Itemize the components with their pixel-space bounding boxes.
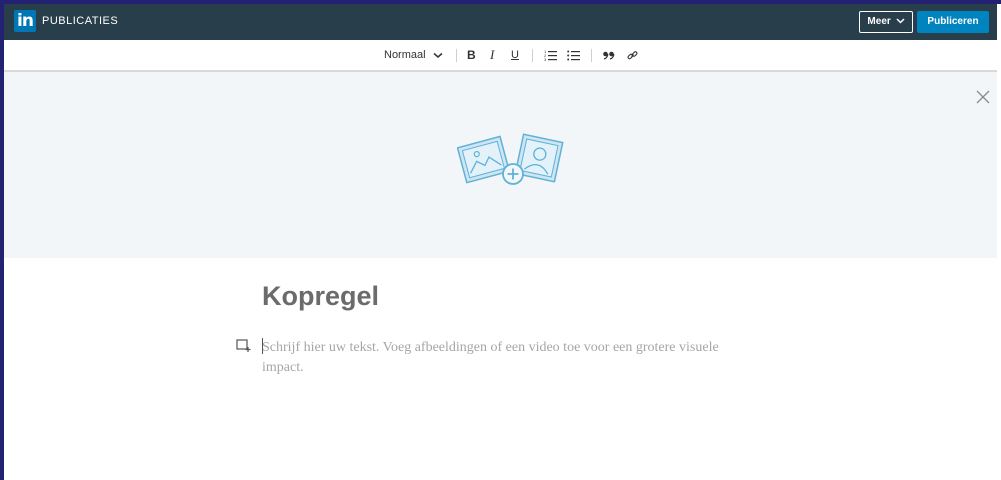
chevron-down-icon — [896, 18, 905, 24]
more-label: Meer — [867, 16, 891, 27]
headline-input[interactable]: Kopregel — [262, 281, 379, 312]
style-select[interactable]: Normaal — [384, 40, 443, 70]
style-select-value: Normaal — [384, 49, 426, 61]
linkedin-logo-icon[interactable]: in — [14, 10, 36, 32]
window-frame: in PUBLICATIES Meer Publiceren Normaal B… — [0, 0, 1001, 480]
toolbar-divider — [591, 49, 592, 62]
add-image-icon[interactable] — [457, 130, 567, 190]
bold-button[interactable]: B — [467, 40, 476, 70]
body-text-input[interactable]: Schrijf hier uw tekst. Voeg afbeeldingen… — [262, 338, 732, 378]
toolbar-divider — [456, 49, 457, 62]
logo-text: in — [17, 11, 34, 31]
brand-label: PUBLICATIES — [42, 15, 119, 27]
ordered-list-icon[interactable]: 1 2 3 — [544, 49, 557, 62]
quote-icon[interactable] — [603, 51, 615, 60]
more-button[interactable]: Meer — [859, 11, 913, 33]
top-bar: in PUBLICATIES Meer Publiceren — [4, 4, 997, 40]
italic-button[interactable]: I — [490, 40, 494, 70]
publish-button[interactable]: Publiceren — [917, 11, 989, 33]
cover-image-area[interactable] — [4, 72, 997, 258]
link-icon[interactable] — [627, 50, 638, 61]
bullet-list-icon[interactable] — [567, 49, 580, 62]
chevron-down-icon — [433, 52, 443, 58]
svg-text:3: 3 — [544, 57, 547, 62]
add-media-icon[interactable] — [236, 337, 252, 353]
toolbar-divider — [532, 49, 533, 62]
underline-button[interactable]: U — [511, 40, 519, 70]
close-icon[interactable] — [976, 90, 990, 104]
format-toolbar: Normaal B I U 1 2 3 — [4, 40, 997, 72]
